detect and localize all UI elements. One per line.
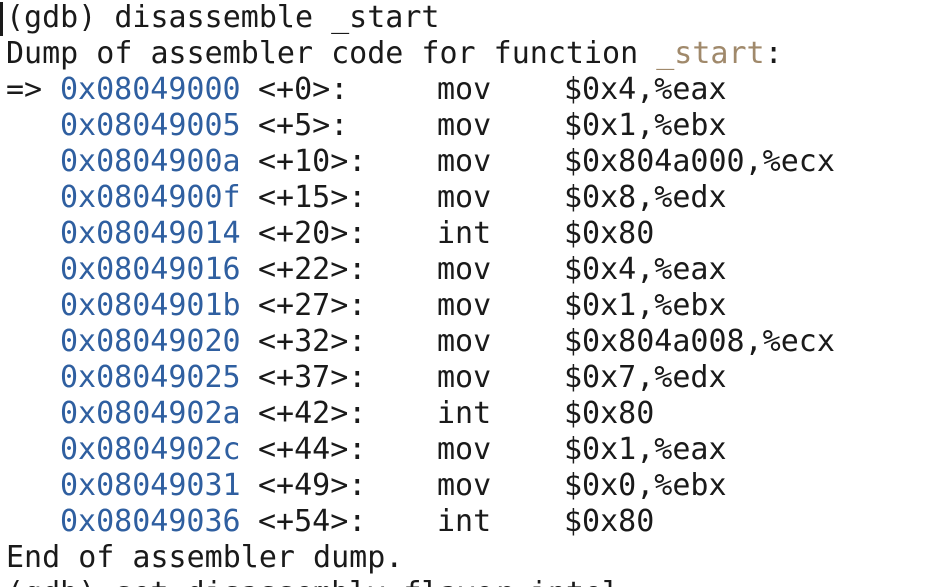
instruction-offset: <+20>: — [258, 216, 367, 251]
instruction-offset: <+10>: — [258, 144, 367, 179]
next-prompt-line: (gdb) set disassembly-flavor intel — [6, 576, 620, 587]
instruction-opcode: mov — [437, 360, 492, 395]
instruction-row: 0x0804901b <+27>: mov $0x1,%ebx — [0, 288, 939, 324]
instruction-operands: $0x80 — [564, 216, 655, 251]
instruction-opcode: mov — [437, 144, 492, 179]
instruction-address: 0x08049025 — [60, 360, 241, 395]
instruction-row: 0x08049016 <+22>: mov $0x4,%eax — [0, 252, 939, 288]
dump-footer: End of assembler dump. — [6, 540, 404, 575]
instruction-operands: $0x1,%ebx — [564, 288, 727, 323]
instruction-offset: <+0>: — [258, 72, 349, 107]
instruction-address: 0x08049031 — [60, 468, 241, 503]
instruction-row: 0x0804902c <+44>: mov $0x1,%eax — [0, 432, 939, 468]
instruction-offset: <+32>: — [258, 324, 367, 359]
instruction-opcode: int — [437, 504, 492, 539]
dump-header: Dump of assembler code for function _sta… — [6, 36, 783, 72]
instruction-address: 0x08049014 — [60, 216, 241, 251]
instruction-address: 0x0804900a — [60, 144, 241, 179]
instruction-address: 0x08049016 — [60, 252, 241, 287]
instruction-address: 0x08049000 — [60, 72, 241, 107]
instruction-operands: $0x804a008,%ecx — [564, 324, 835, 359]
instruction-row: 0x08049005 <+5>: mov $0x1,%ebx — [0, 108, 939, 144]
instruction-address: 0x0804900f — [60, 180, 241, 215]
instruction-operands: $0x4,%eax — [564, 252, 727, 287]
instruction-row: 0x08049025 <+37>: mov $0x7,%edx — [0, 360, 939, 396]
instruction-address: 0x0804902c — [60, 432, 241, 467]
instruction-operands: $0x804a000,%ecx — [564, 144, 835, 179]
terminal-window[interactable]: (gdb) disassemble _start Dump of assembl… — [0, 0, 939, 587]
instruction-row: 0x0804900f <+15>: mov $0x8,%edx — [0, 180, 939, 216]
instruction-opcode: mov — [437, 288, 492, 323]
instruction-offset: <+54>: — [258, 504, 367, 539]
command-line: (gdb) disassemble _start — [6, 0, 439, 36]
instruction-row: 0x08049020 <+32>: mov $0x804a008,%ecx — [0, 324, 939, 360]
instruction-operands: $0x7,%edx — [564, 360, 727, 395]
instruction-offset: <+5>: — [258, 108, 349, 143]
instruction-row: 0x0804900a <+10>: mov $0x804a000,%ecx — [0, 144, 939, 180]
instruction-opcode: mov — [437, 180, 492, 215]
instruction-address: 0x08049020 — [60, 324, 241, 359]
instruction-offset: <+49>: — [258, 468, 367, 503]
dump-suffix: : — [764, 36, 783, 71]
gdb-prompt: (gdb) — [6, 0, 97, 35]
dump-prefix: Dump of assembler code for function — [6, 36, 657, 71]
instruction-opcode: int — [437, 216, 492, 251]
instruction-operands: $0x1,%eax — [564, 432, 727, 467]
instruction-operands: $0x1,%ebx — [564, 108, 727, 143]
instruction-offset: <+37>: — [258, 360, 367, 395]
instruction-operands: $0x8,%edx — [564, 180, 727, 215]
instruction-address: 0x0804902a — [60, 396, 241, 431]
current-marker: => — [6, 72, 43, 107]
instruction-offset: <+44>: — [258, 432, 367, 467]
function-name: _start — [656, 36, 765, 71]
instruction-offset: <+15>: — [258, 180, 367, 215]
instruction-operands: $0x0,%ebx — [564, 468, 727, 503]
instruction-opcode: mov — [437, 72, 492, 107]
instruction-offset: <+42>: — [258, 396, 367, 431]
instruction-opcode: mov — [437, 324, 492, 359]
instruction-offset: <+22>: — [258, 252, 367, 287]
instruction-offset: <+27>: — [258, 288, 367, 323]
instruction-address: 0x08049036 — [60, 504, 241, 539]
command-text: disassemble _start — [114, 0, 440, 35]
instruction-operands: $0x80 — [564, 504, 655, 539]
text-cursor — [0, 2, 3, 36]
instruction-address: 0x0804901b — [60, 288, 241, 323]
instruction-opcode: mov — [437, 252, 492, 287]
instruction-opcode: mov — [437, 432, 492, 467]
instruction-opcode: mov — [437, 468, 492, 503]
instruction-operands: $0x4,%eax — [564, 72, 727, 107]
instruction-row: => 0x08049000 <+0>: mov $0x4,%eax — [0, 72, 939, 108]
instruction-row: 0x08049036 <+54>: int $0x80 — [0, 504, 939, 540]
instruction-opcode: int — [437, 396, 492, 431]
instruction-row: 0x08049014 <+20>: int $0x80 — [0, 216, 939, 252]
instruction-address: 0x08049005 — [60, 108, 241, 143]
instruction-opcode: mov — [437, 108, 492, 143]
instruction-row: 0x08049031 <+49>: mov $0x0,%ebx — [0, 468, 939, 504]
instruction-row: 0x0804902a <+42>: int $0x80 — [0, 396, 939, 432]
instruction-operands: $0x80 — [564, 396, 655, 431]
